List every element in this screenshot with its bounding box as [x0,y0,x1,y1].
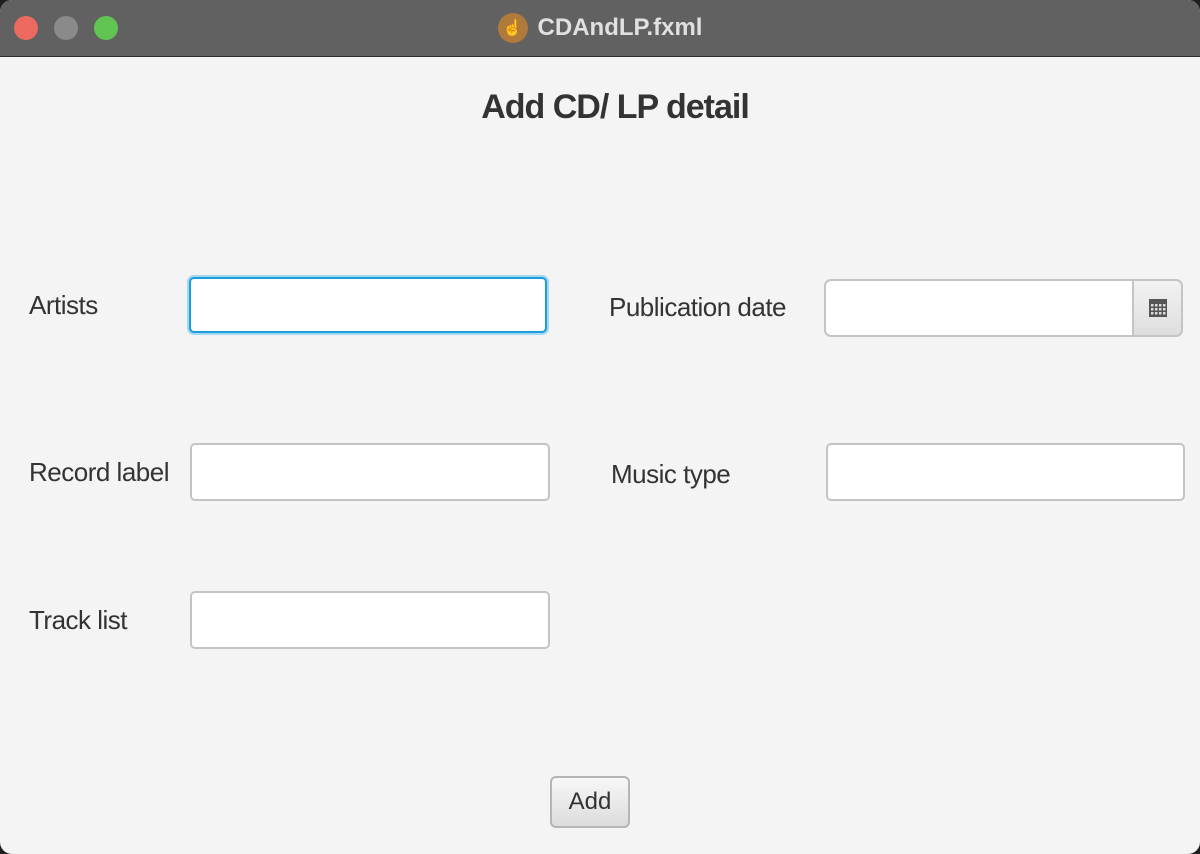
title-bar: ☝ CDAndLP.fxml [0,0,1200,57]
music-type-label: Music type [611,459,731,489]
artists-label: Artists [29,290,98,320]
record-label-input[interactable] [190,443,550,501]
add-button[interactable]: Add [550,776,630,828]
publication-date-input[interactable] [824,279,1134,337]
publication-date-label: Publication date [609,292,787,322]
record-label-label: Record label [29,457,169,487]
app-icon: ☝ [497,13,528,43]
window-title: ☝ CDAndLP.fxml [0,0,1200,56]
app-window: ☝ CDAndLP.fxml Add CD/ LP detail Artists… [0,0,1200,854]
track-list-input[interactable] [190,591,550,649]
track-list-label: Track list [29,605,128,635]
music-type-input[interactable] [826,443,1185,501]
date-picker-button[interactable] [1132,279,1183,337]
page-title: Add CD/ LP detail [481,88,750,126]
calendar-icon [1148,299,1167,317]
window-title-text: CDAndLP.fxml [537,14,703,41]
artists-input[interactable] [189,277,547,333]
